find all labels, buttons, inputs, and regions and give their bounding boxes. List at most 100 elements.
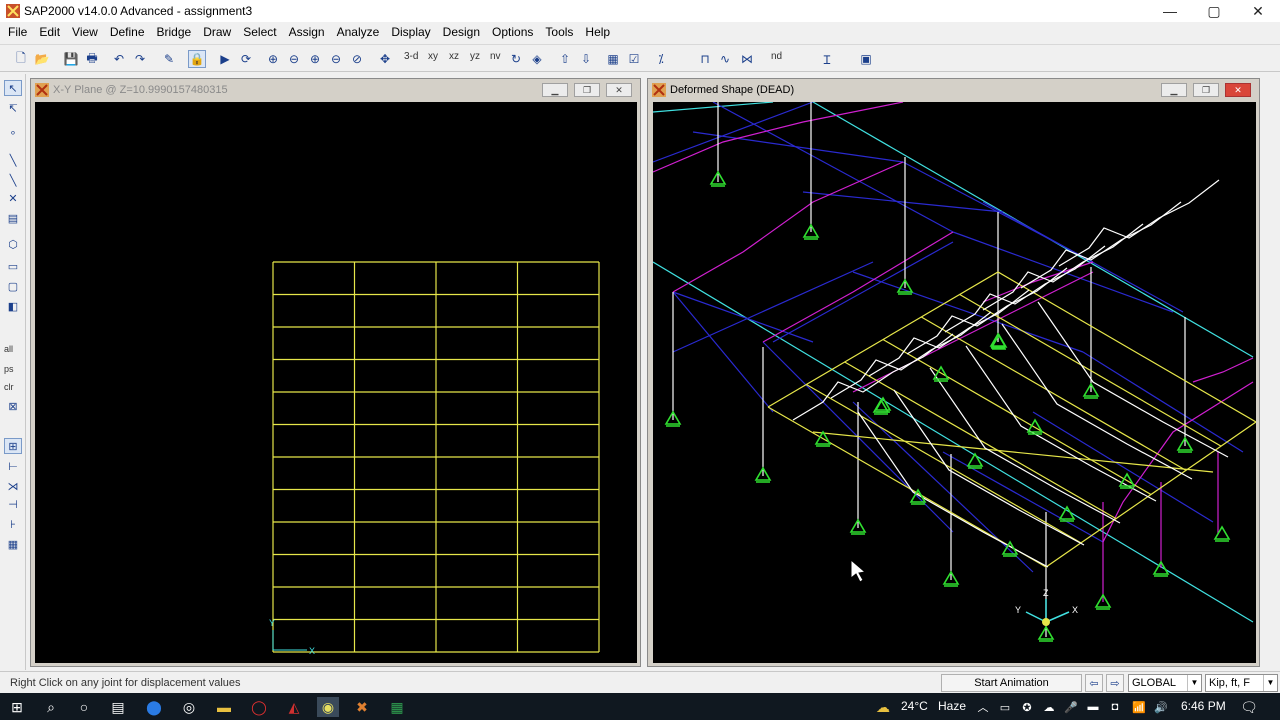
deformed-close-button[interactable]: ✕ bbox=[1225, 83, 1251, 97]
new-file-icon[interactable]: 🗋 bbox=[12, 50, 30, 68]
file-explorer-icon[interactable]: ▬ bbox=[213, 697, 235, 717]
cable-icon[interactable]: ∿ bbox=[716, 50, 734, 68]
check-icon[interactable]: ☑ bbox=[625, 50, 643, 68]
xy-restore-button[interactable]: ❐ bbox=[574, 83, 600, 97]
draw-poly-area-icon[interactable]: ⬡ bbox=[4, 236, 22, 252]
onedrive-icon[interactable]: ☁ bbox=[1038, 697, 1060, 717]
step-forward-icon[interactable]: ⇨ bbox=[1106, 674, 1124, 692]
tray-expand-icon[interactable]: ︿ bbox=[972, 697, 994, 717]
menu-options[interactable]: Options bbox=[486, 22, 539, 43]
step-back-icon[interactable]: ⇦ bbox=[1085, 674, 1103, 692]
minimize-button[interactable]: — bbox=[1148, 0, 1192, 22]
previous-select-button[interactable]: ps bbox=[4, 364, 14, 374]
zoom-out-icon[interactable]: ⊖ bbox=[327, 50, 345, 68]
pointer-icon[interactable]: ↖ bbox=[4, 80, 22, 96]
menu-help[interactable]: Help bbox=[579, 22, 616, 43]
opera-icon[interactable]: ◯ bbox=[248, 697, 270, 717]
reshape-icon[interactable]: ↸ bbox=[4, 100, 22, 116]
quick-brace-icon[interactable]: ▤ bbox=[4, 210, 22, 226]
chrome-icon[interactable]: ◎ bbox=[178, 697, 200, 717]
menu-draw[interactable]: Draw bbox=[197, 22, 237, 43]
snap-perpendicular-icon[interactable]: ⊣ bbox=[4, 496, 22, 512]
windows-start-icon[interactable]: ⊞ bbox=[6, 697, 28, 717]
snap-ends-icon[interactable]: ⊢ bbox=[4, 458, 22, 474]
menu-display[interactable]: Display bbox=[385, 22, 436, 43]
move-down-icon[interactable]: ⇩ bbox=[577, 50, 595, 68]
draw-joint-icon[interactable]: ∘ bbox=[4, 124, 22, 140]
percent-icon[interactable]: ⁒ bbox=[652, 50, 670, 68]
zoom-restore-icon[interactable]: ⊖ bbox=[285, 50, 303, 68]
acrobat-icon[interactable]: ◭ bbox=[283, 697, 305, 717]
menu-view[interactable]: View bbox=[66, 22, 104, 43]
xy-close-button[interactable]: ✕ bbox=[606, 83, 632, 97]
start-animation-button[interactable]: Start Animation bbox=[941, 674, 1082, 692]
zoom-window-icon[interactable]: ⊕ bbox=[264, 50, 282, 68]
draw-solid-icon[interactable]: ◧ bbox=[4, 298, 22, 314]
zoom-previous-icon[interactable]: ⊘ bbox=[348, 50, 366, 68]
tray-badge-icon[interactable]: ◘ bbox=[1104, 697, 1126, 717]
maximize-button[interactable]: ▢ bbox=[1192, 0, 1236, 22]
deformed-model-drawing[interactable]: Y X Z bbox=[653, 102, 1256, 663]
menu-select[interactable]: Select bbox=[237, 22, 282, 43]
section-icon[interactable]: Ɪ bbox=[818, 50, 836, 68]
snap-intersection-icon[interactable]: ⋊ bbox=[4, 478, 22, 494]
quick-frame-icon[interactable]: ╲ bbox=[4, 172, 22, 188]
perspective-icon[interactable]: ◈ bbox=[528, 50, 546, 68]
clear-select-button[interactable]: clr bbox=[4, 382, 14, 392]
lock-icon[interactable]: 🔒 bbox=[188, 50, 206, 68]
menu-edit[interactable]: Edit bbox=[33, 22, 66, 43]
tray-drive-icon[interactable]: ▬ bbox=[1082, 697, 1104, 717]
zoom-in-icon[interactable]: ⊕ bbox=[306, 50, 324, 68]
view-xy-button[interactable]: xy bbox=[428, 51, 438, 62]
menu-assign[interactable]: Assign bbox=[283, 22, 331, 43]
pencil-icon[interactable]: ✎ bbox=[160, 50, 178, 68]
chevron-down-icon[interactable]: ▼ bbox=[1263, 675, 1277, 691]
xy-plane-window[interactable]: X-Y Plane @ Z=10.9990157480315 ▁ ❐ ✕ Y X bbox=[30, 78, 641, 667]
plan-grid-drawing[interactable]: Y X bbox=[35, 102, 637, 663]
intersect-line-icon[interactable]: ⊠ bbox=[4, 398, 22, 414]
search-icon[interactable]: ⌕ bbox=[40, 697, 62, 717]
defender-icon[interactable]: ⬤ bbox=[143, 697, 165, 717]
excel-icon[interactable]: ▦ bbox=[386, 697, 408, 717]
snap-lines-icon[interactable]: ⊦ bbox=[4, 516, 22, 532]
quick-area-icon[interactable]: ▢ bbox=[4, 278, 22, 294]
deformed-shape-window[interactable]: Deformed Shape (DEAD) ▁ ❐ ✕ Y X Z bbox=[647, 78, 1260, 667]
run-analysis-icon[interactable]: ▶ bbox=[216, 50, 234, 68]
view-xz-button[interactable]: xz bbox=[449, 51, 459, 62]
open-folder-icon[interactable]: 📂 bbox=[33, 50, 51, 68]
display-options-icon[interactable]: ▣ bbox=[857, 50, 875, 68]
print-icon[interactable]: 🖶 bbox=[83, 50, 101, 68]
show-all-icon[interactable]: ▦ bbox=[604, 50, 622, 68]
units-select[interactable]: Kip, ft, F ▼ bbox=[1205, 674, 1278, 692]
coordinate-system-select[interactable]: GLOBAL ▼ bbox=[1128, 674, 1202, 692]
save-icon[interactable]: 💾 bbox=[62, 50, 80, 68]
refresh-view-icon[interactable]: ⟳ bbox=[237, 50, 255, 68]
view-nv-button[interactable]: nv bbox=[490, 51, 501, 62]
cortana-icon[interactable]: ○ bbox=[73, 697, 95, 717]
deformed-minimize-button[interactable]: ▁ bbox=[1161, 83, 1187, 97]
chevron-down-icon[interactable]: ▼ bbox=[1187, 675, 1201, 691]
draw-brace-icon[interactable]: ✕ bbox=[4, 190, 22, 206]
redo-icon[interactable]: ↷ bbox=[131, 50, 149, 68]
snap-joints-icon[interactable]: ⊞ bbox=[4, 438, 22, 454]
select-all-button[interactable]: all bbox=[4, 344, 13, 354]
pan-icon[interactable]: ✥ bbox=[376, 50, 394, 68]
view-yz-button[interactable]: yz bbox=[470, 51, 480, 62]
task-view-icon[interactable]: ▤ bbox=[107, 697, 129, 717]
wifi-icon[interactable]: 📶 bbox=[1128, 697, 1150, 717]
nd-button[interactable]: nd bbox=[771, 51, 782, 62]
menu-bridge[interactable]: Bridge bbox=[151, 22, 198, 43]
undo-icon[interactable]: ↶ bbox=[110, 50, 128, 68]
snap-fine-grid-icon[interactable]: ▦ bbox=[4, 536, 22, 552]
menu-file[interactable]: File bbox=[2, 22, 33, 43]
close-button[interactable]: ✕ bbox=[1236, 0, 1280, 22]
move-up-icon[interactable]: ⇧ bbox=[556, 50, 574, 68]
draw-rect-area-icon[interactable]: ▭ bbox=[4, 258, 22, 274]
xy-minimize-button[interactable]: ▁ bbox=[542, 83, 568, 97]
menu-analyze[interactable]: Analyze bbox=[331, 22, 386, 43]
menu-tools[interactable]: Tools bbox=[539, 22, 579, 43]
view-3d-button[interactable]: 3-d bbox=[404, 51, 418, 62]
notifications-icon[interactable]: 🗨 bbox=[1238, 697, 1260, 717]
tray-app-icon[interactable]: ▭ bbox=[994, 697, 1016, 717]
microphone-icon[interactable]: 🎤 bbox=[1060, 697, 1082, 717]
